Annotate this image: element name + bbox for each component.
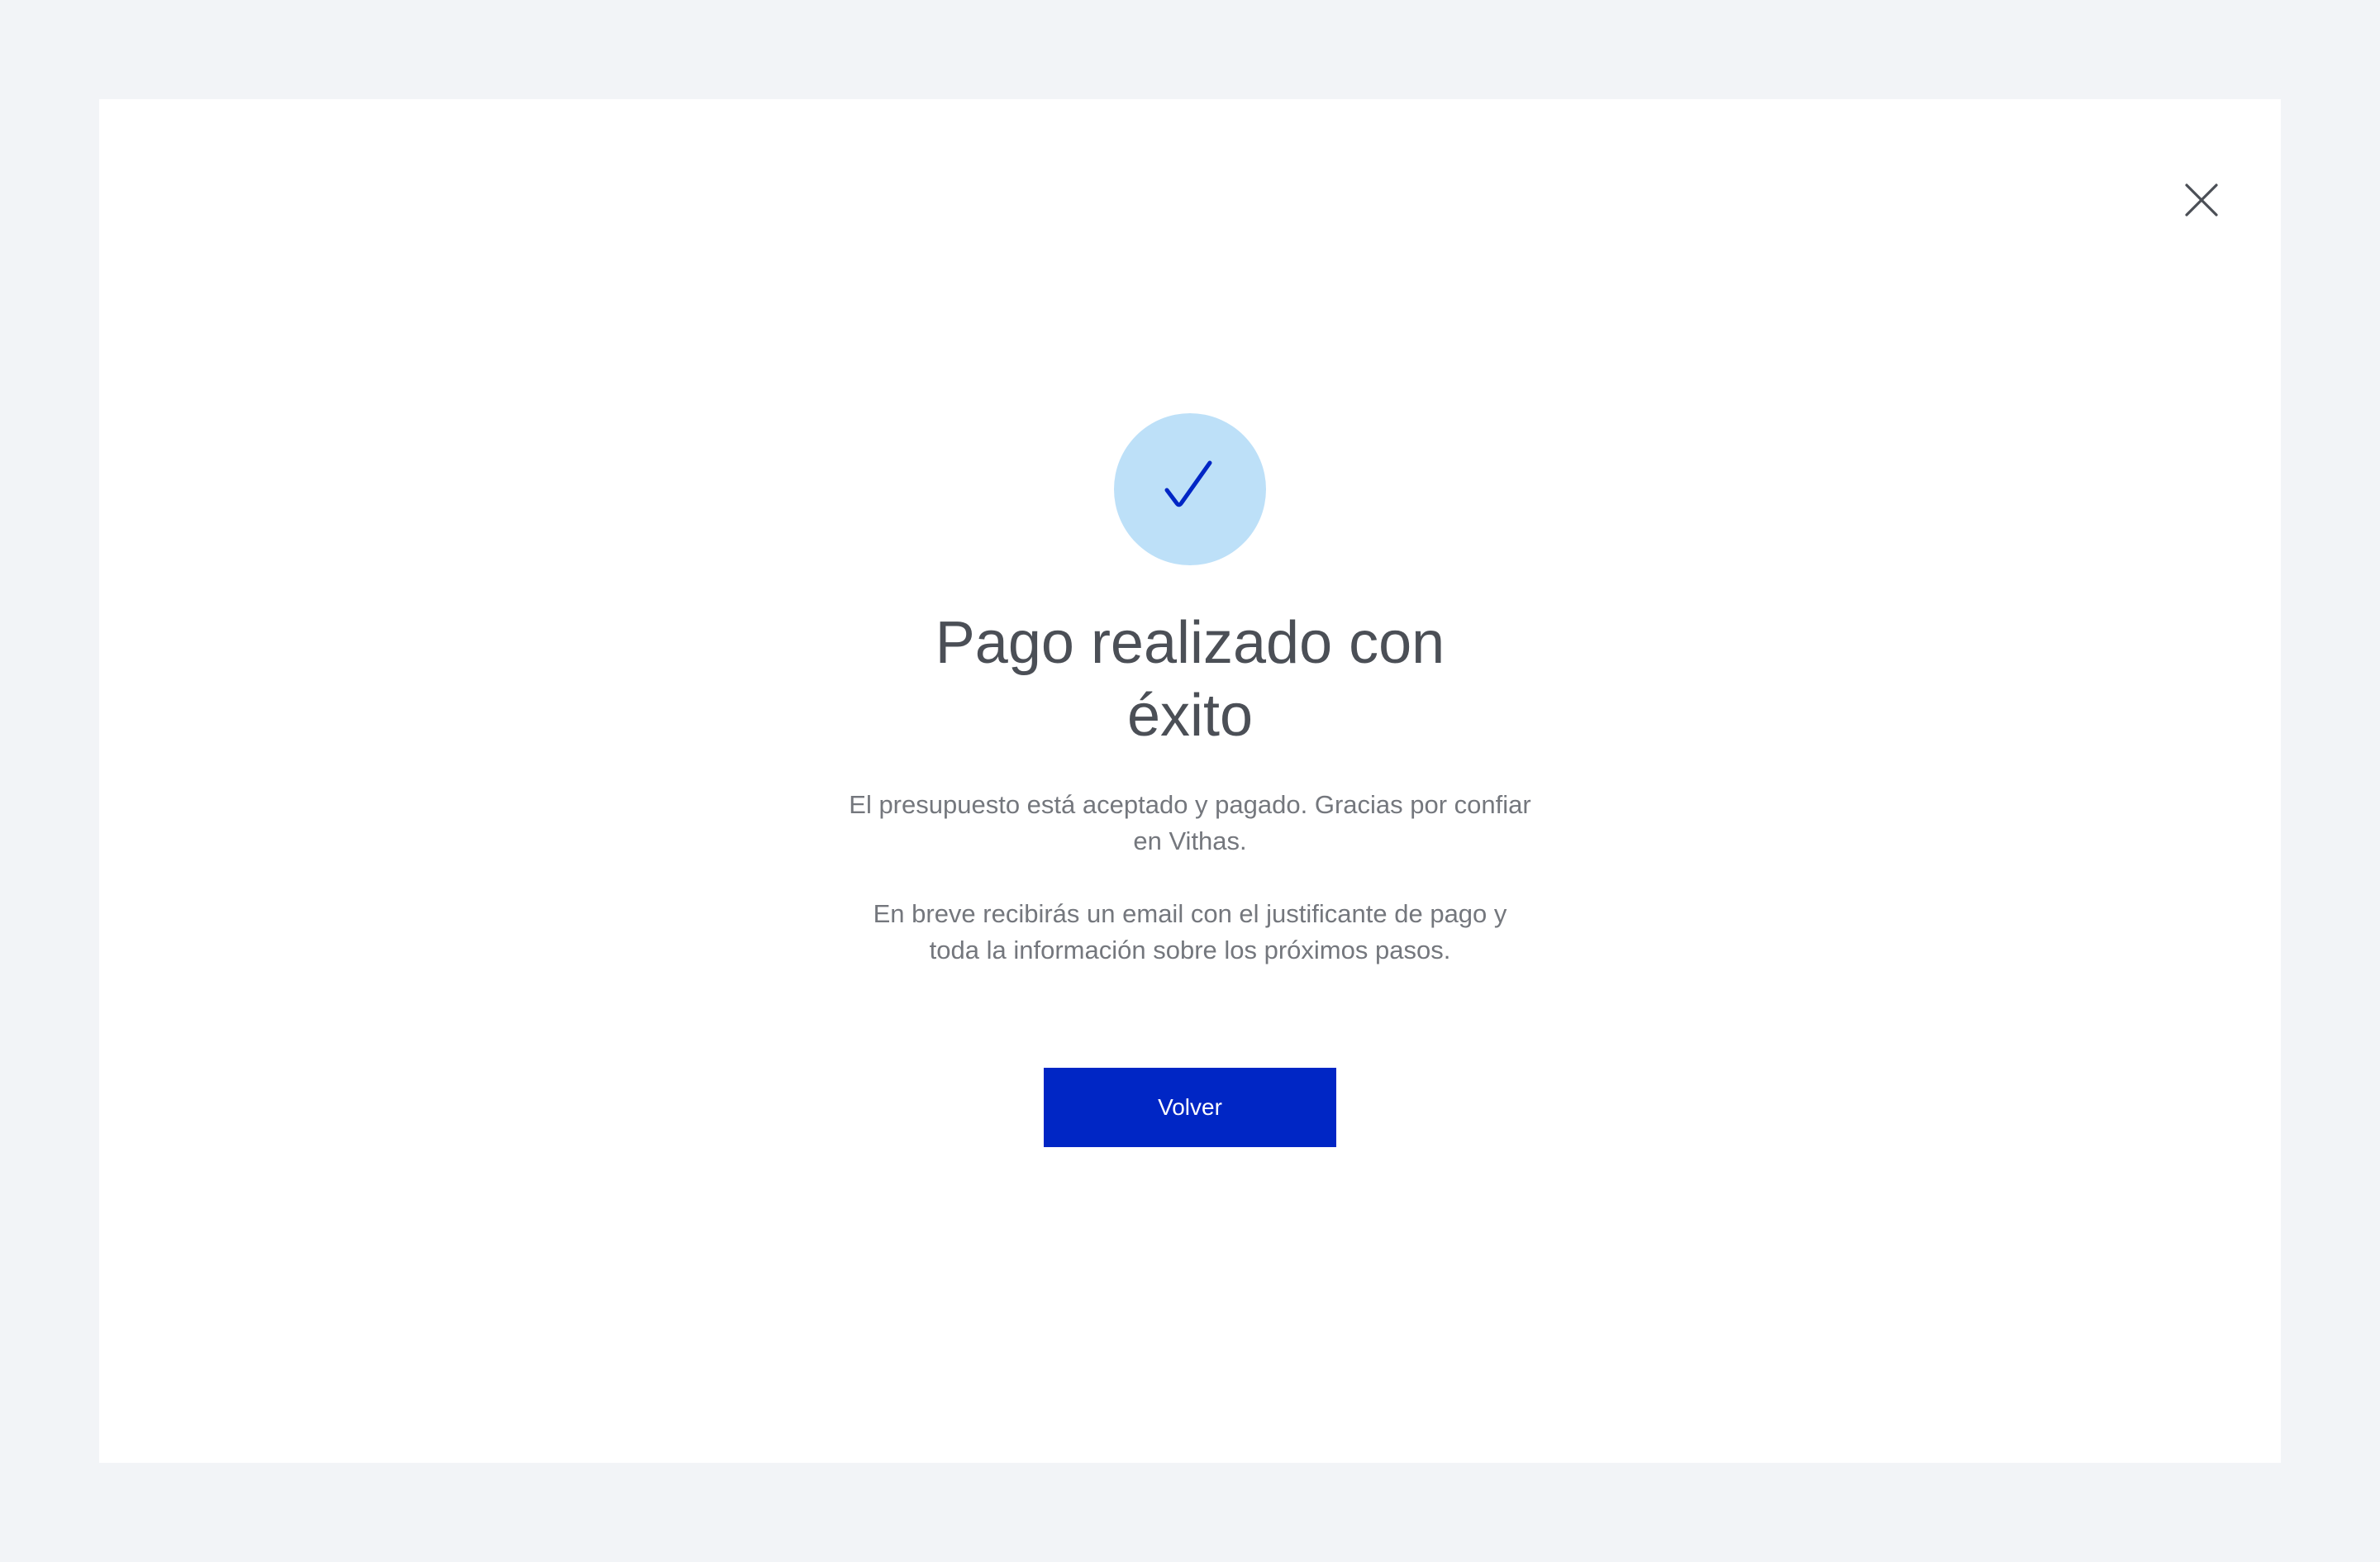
next-steps-message: En breve recibirás un email con el justi… bbox=[873, 899, 1507, 964]
success-title: Pago realizado con éxito bbox=[935, 610, 1445, 749]
close-icon bbox=[2185, 183, 2218, 217]
success-circle bbox=[1114, 413, 1266, 565]
payment-success-modal: Pago realizado con éxito El presupuesto … bbox=[99, 99, 2281, 1463]
back-button[interactable]: Volver bbox=[1044, 1068, 1336, 1147]
confirmation-message: El presupuesto está aceptado y pagado. G… bbox=[849, 790, 1531, 855]
close-button[interactable] bbox=[2167, 165, 2236, 235]
success-content: Pago realizado con éxito El presupuesto … bbox=[99, 413, 2281, 1147]
checkmark-icon bbox=[1164, 460, 1212, 507]
